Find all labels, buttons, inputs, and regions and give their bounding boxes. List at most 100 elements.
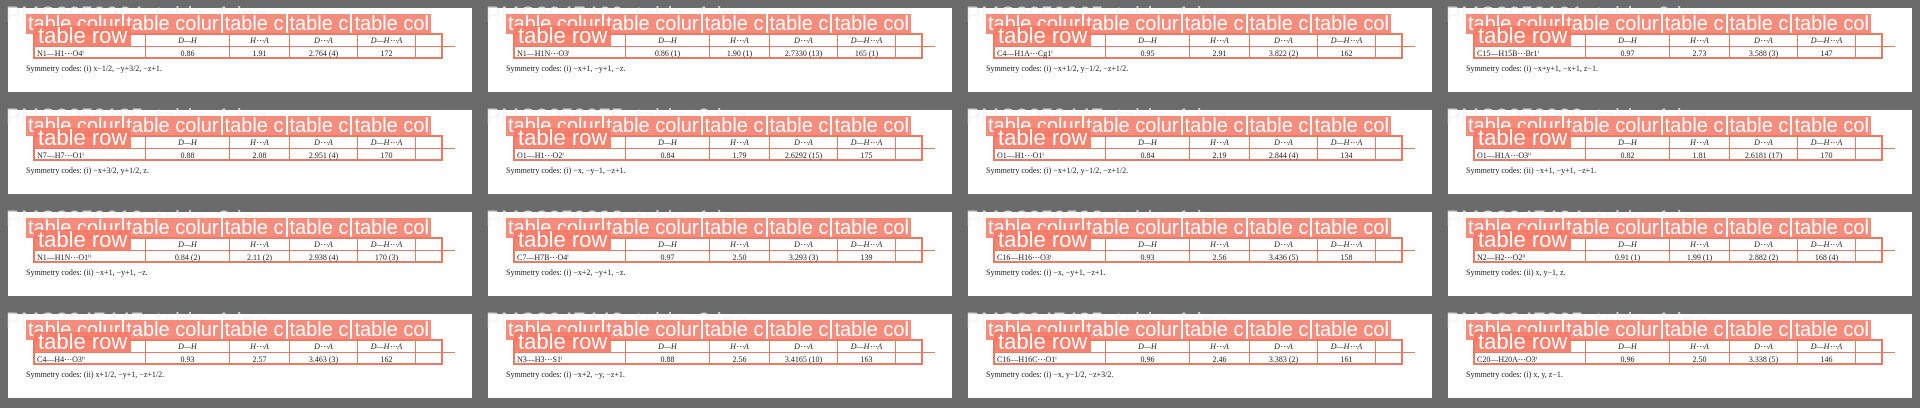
header-cell: H⋯A [229, 239, 289, 251]
column-annotation-label: table colur [124, 14, 221, 34]
table-cell: 147 [1797, 47, 1855, 59]
column-annotation-label: table c [1182, 116, 1246, 136]
header-cell: D—H [1585, 239, 1669, 251]
symmetry-codes: Symmetry codes: (i) −x+1/2, y−1/2, −z+1/… [986, 64, 1129, 73]
table-cell [1855, 353, 1895, 365]
table-cell: 2.6181 (17) [1729, 149, 1797, 161]
column-annotation-label: table c [767, 218, 831, 238]
header-cell: D—H [625, 341, 709, 353]
header-cell: H⋯A [1669, 341, 1729, 353]
header-cell: D⋯A [769, 239, 837, 251]
table-cell: N2—H2⋯O2ⁱⁱ [1477, 252, 1526, 262]
header-cell: D—H [1105, 35, 1189, 47]
row-annotation-label: table row [34, 25, 132, 47]
column-annotation-label: table c [1727, 320, 1791, 340]
table-cell [1855, 251, 1895, 263]
row-annotation-label: table row [994, 127, 1092, 149]
table-cell [1375, 47, 1415, 59]
column-annotation-label: table c [222, 320, 286, 340]
header-cell: D—H [1585, 35, 1669, 47]
table-cell: 168 (4) [1797, 251, 1855, 263]
symmetry-codes: Symmetry codes: (i) −x+2, −y+1, −z. [506, 268, 626, 277]
column-annotation-label: table col [352, 116, 431, 136]
column-annotation-label: table col [832, 320, 911, 340]
table-cell [1855, 149, 1895, 161]
table-cell: 0.96 [1105, 353, 1189, 365]
row-annotation-label: table row [1474, 25, 1572, 47]
grid-cell[interactable]: PMC3050019_table_2.jpgtable colurtable c… [0, 204, 480, 306]
header-cell: H⋯A [1189, 35, 1249, 47]
table-cell: 2.57 [229, 353, 289, 365]
table-cell: 2.91 [1189, 47, 1249, 59]
grid-cell[interactable]: PMC3047448_table_2.jpgtable colurtable c… [480, 306, 960, 408]
table-cell [415, 47, 455, 59]
grid-cell[interactable]: PMC3050447_table_1.jpgtable colurtable c… [960, 102, 1440, 204]
grid-cell[interactable]: PMC3047435_table_1.jpgtable colurtable c… [960, 306, 1440, 408]
table-cell: 2.938 (4) [289, 251, 357, 263]
header-cell [415, 137, 455, 149]
table-cell: 0.88 [145, 149, 229, 161]
column-annotation-label: table col [1792, 218, 1871, 238]
header-cell: D—H⋯A [357, 239, 415, 251]
grid-cell[interactable]: PMC3050593_table_1.jpgtable colurtable c… [960, 204, 1440, 306]
table-cell: 2.56 [709, 353, 769, 365]
row-annotation-label: table row [1474, 331, 1572, 353]
column-annotation-label: table c [222, 116, 286, 136]
column-annotation-label: table col [1312, 320, 1391, 340]
column-annotation-label: table c [1727, 14, 1791, 34]
grid-cell[interactable]: PMC3050191_table_2.jpgtable colurtable c… [1440, 0, 1920, 102]
grid-cell[interactable]: PMC3047447_table_1.jpgtable colurtable c… [0, 306, 480, 408]
header-cell [895, 35, 935, 47]
grid-cell[interactable]: PMC3050009_table_1.jpgtable colurtable c… [1440, 102, 1920, 204]
header-cell: D—H⋯A [1317, 35, 1375, 47]
column-annotation-label: table colur [124, 320, 221, 340]
header-cell: D⋯A [1249, 341, 1317, 353]
table-cell [415, 149, 455, 161]
table-cell: O1—H1A⋯O3ⁱⁱ [1477, 150, 1531, 160]
header-cell: D⋯A [1249, 35, 1317, 47]
column-annotation-label: table col [832, 14, 911, 34]
table-cell: 162 [1317, 47, 1375, 59]
header-cell: D⋯A [1729, 35, 1797, 47]
row-annotation-label: table row [994, 331, 1092, 353]
header-cell: D⋯A [1729, 239, 1797, 251]
table-cell: 1.79 [709, 149, 769, 161]
header-cell: D—H⋯A [837, 35, 895, 47]
table-cell: 172 [357, 47, 415, 59]
symmetry-codes: Symmetry codes: (i) −x, −y−1, −z+1. [506, 166, 626, 175]
column-annotation-label: table colur [1564, 116, 1661, 136]
grid-cell[interactable]: PMC3050264_table_1.jpgtable colurtable c… [0, 0, 480, 102]
row-annotation-label: table row [994, 229, 1092, 251]
grid-cell[interactable]: PMC3047460_table_1.jpgtable colurtable c… [480, 0, 960, 102]
column-annotation-label: table c [1182, 218, 1246, 238]
table-cell [415, 353, 455, 365]
table-cell: O1—H1⋯O1ⁱ [997, 150, 1044, 160]
table-cell [1375, 251, 1415, 263]
table-cell: 158 [1317, 251, 1375, 263]
column-annotation-label: table c [702, 14, 766, 34]
column-annotation-label: table colur [1084, 14, 1181, 34]
symmetry-codes: Symmetry codes: (ii) −x+1, −y+1, −z. [26, 268, 148, 277]
table-cell: 1.90 (1) [709, 47, 769, 59]
grid-cell[interactable]: PMC3050075_table_2.jpgtable colurtable c… [480, 102, 960, 204]
header-cell [895, 137, 935, 149]
table-cell: 3.588 (3) [1729, 47, 1797, 59]
symmetry-codes: Symmetry codes: (ii) −x+1, −y+1, −z+1. [1466, 166, 1597, 175]
table-cell: C16—H16C⋯O1ⁱ [997, 354, 1057, 364]
table-cell: 2.56 [1189, 251, 1249, 263]
table-cell: 175 [837, 149, 895, 161]
grid-cell[interactable]: PMC3047464_table_1.jpgtable colurtable c… [1440, 204, 1920, 306]
header-cell: D—H⋯A [837, 341, 895, 353]
column-annotation-label: table c [767, 14, 831, 34]
header-cell: D⋯A [289, 239, 357, 251]
column-annotation-label: table col [1792, 320, 1871, 340]
column-annotation-label: table colur [1084, 320, 1181, 340]
grid-cell[interactable]: PMC3047365_table_1.jpgtable colurtable c… [1440, 306, 1920, 408]
grid-cell[interactable]: PMC3050293_table_1.jpgtable colurtable c… [480, 204, 960, 306]
header-cell [1375, 137, 1415, 149]
grid-cell[interactable]: PMC3050185_table_1.jpgtable colurtable c… [0, 102, 480, 204]
header-cell: H⋯A [229, 341, 289, 353]
grid-cell[interactable]: PMC3050265_table_1.jpgtable colurtable c… [960, 0, 1440, 102]
header-cell: D—H [145, 341, 229, 353]
column-annotation-label: table c [767, 116, 831, 136]
